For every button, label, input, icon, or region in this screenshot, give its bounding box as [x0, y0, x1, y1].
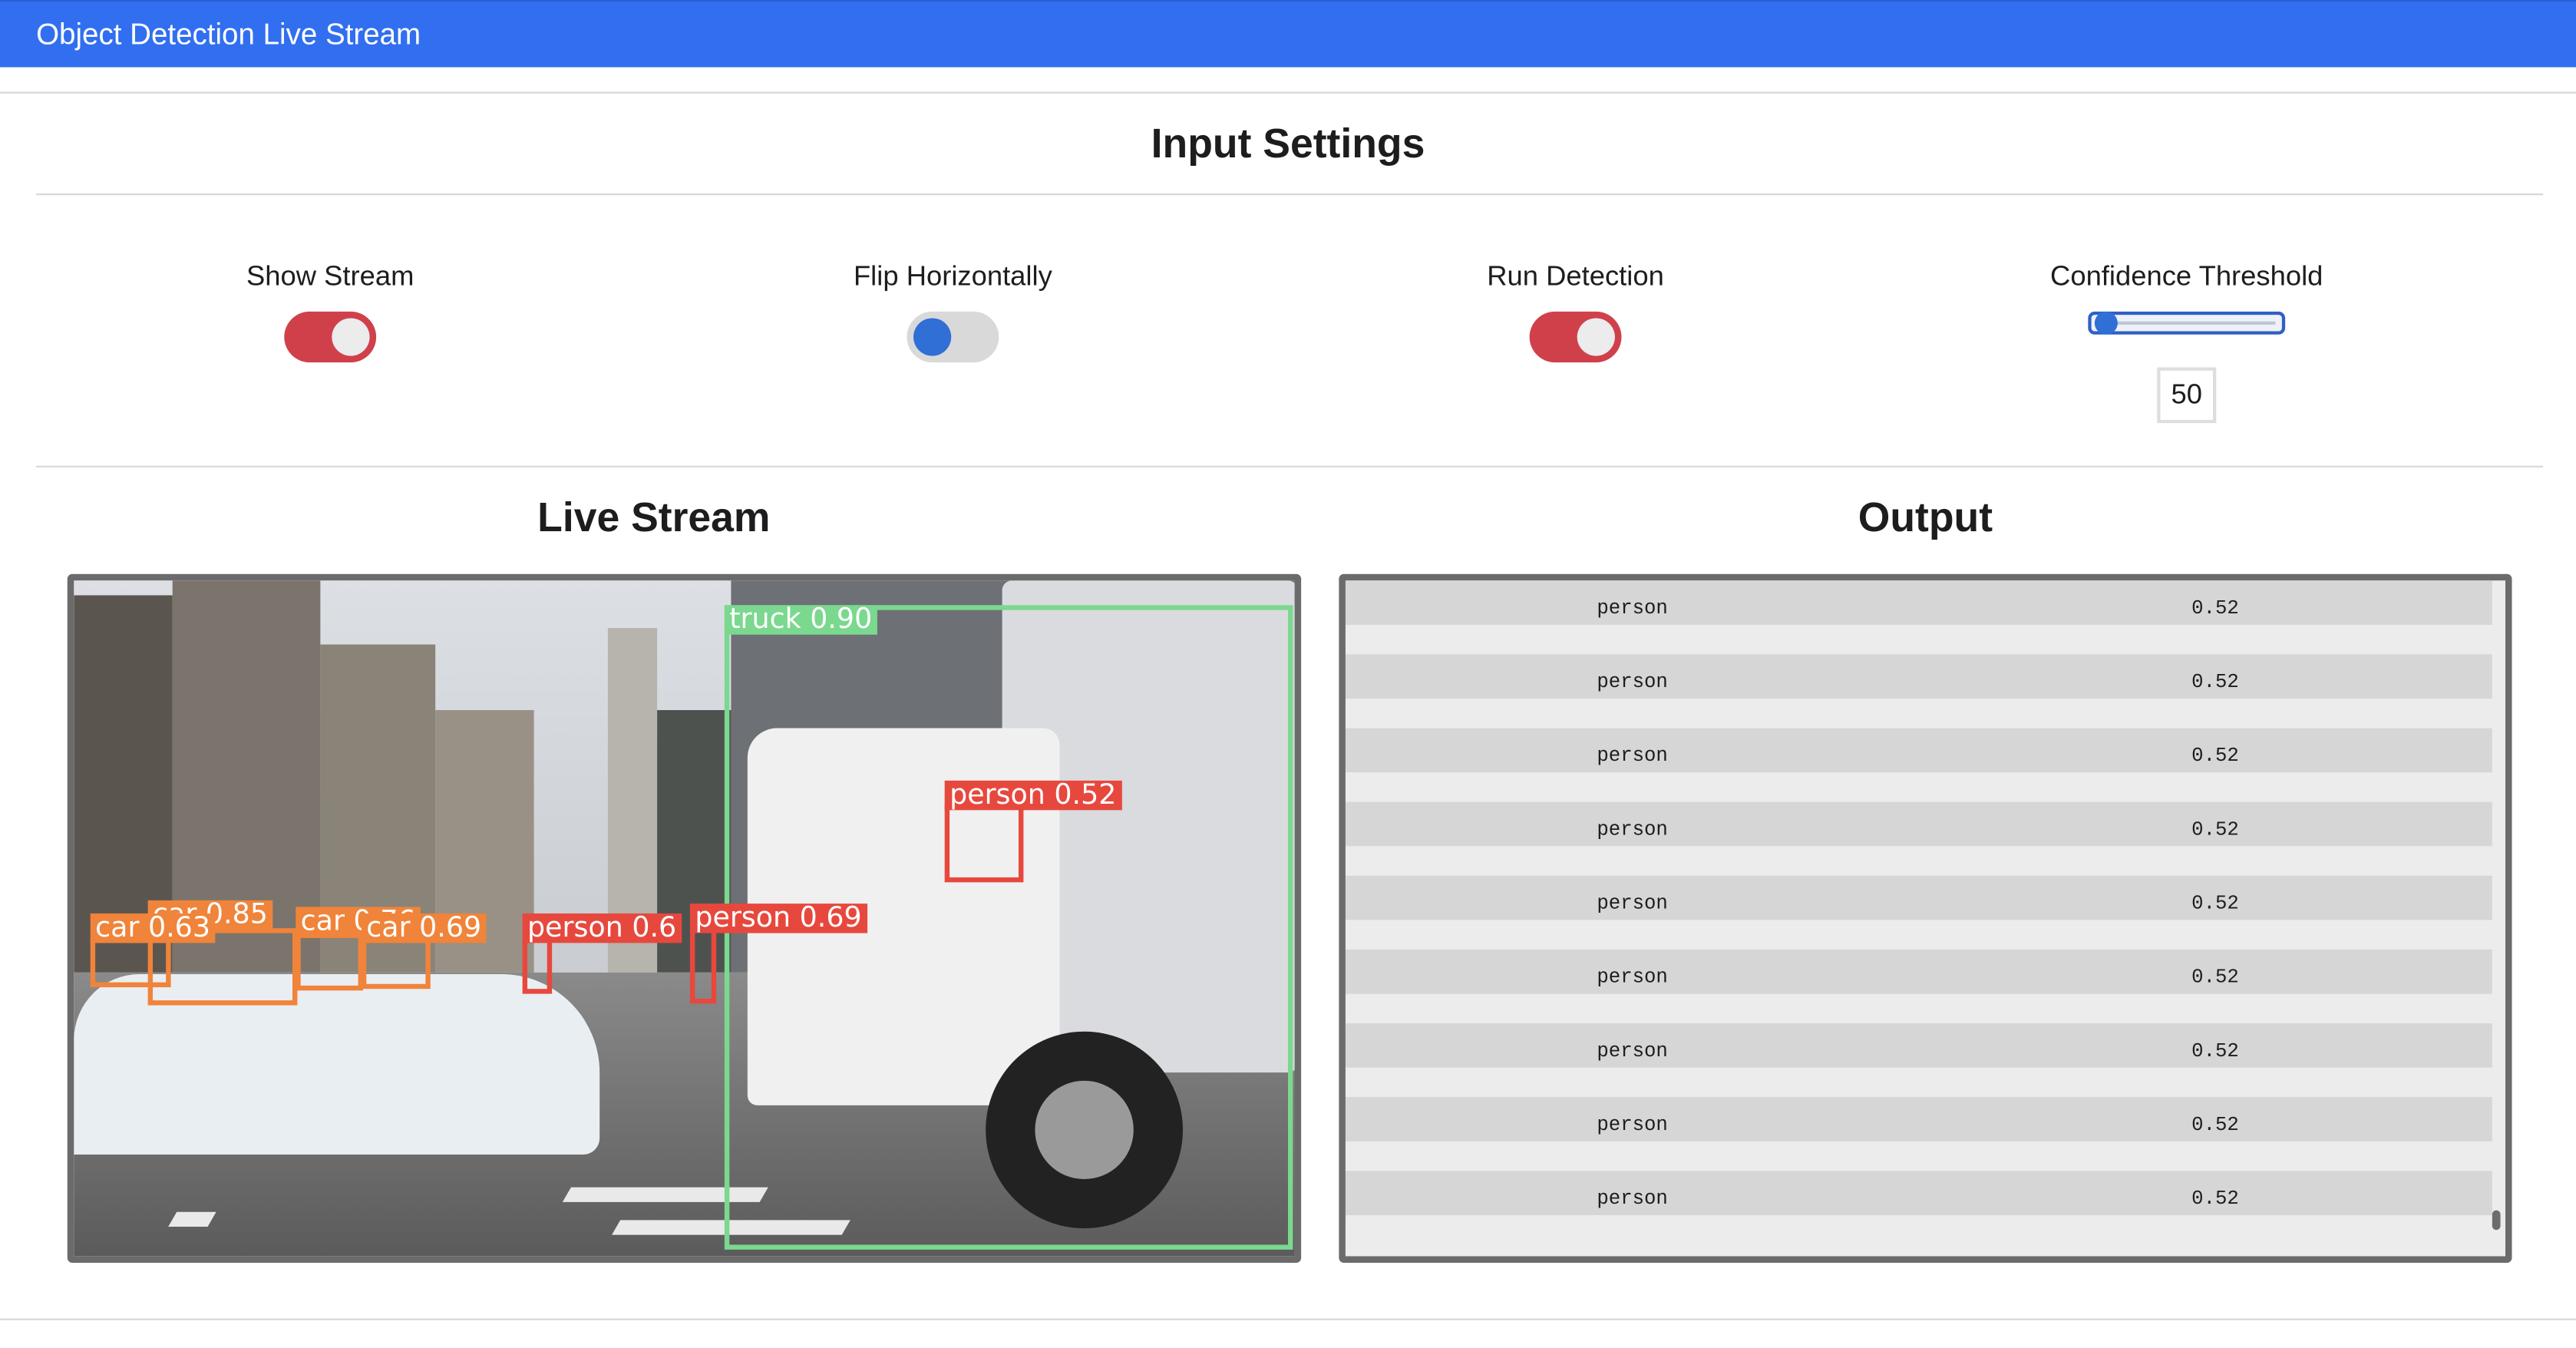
output-row: person 0.52: [1345, 654, 2492, 713]
detection-label-truck: truck 0.90: [724, 605, 877, 635]
row-background: [1345, 580, 2492, 625]
divider: [0, 91, 2576, 94]
detection-label-person: person 0.6: [522, 914, 682, 943]
output-heading: Output: [1858, 495, 1993, 541]
show-stream-label: Show Stream: [246, 260, 414, 292]
detection-box-person: [522, 937, 553, 994]
run-detection-setting: Run Detection: [1379, 259, 1773, 363]
output-class: person: [1597, 744, 1668, 768]
confidence-threshold-label: Confidence Threshold: [2050, 260, 2323, 292]
stream-frame: truck 0.90 person 0.52 person 0.69 perso…: [74, 580, 1295, 1257]
live-stream-view: truck 0.90 person 0.52 person 0.69 perso…: [67, 573, 1302, 1263]
output-row: person 0.52: [1345, 949, 2492, 1009]
row-background: [1345, 1171, 2492, 1215]
output-row: person 0.52: [1345, 875, 2492, 935]
output-class: person: [1597, 670, 1668, 694]
detection-box-person: [944, 803, 1024, 883]
toggle-knob: [913, 318, 952, 356]
output-class: person: [1597, 1113, 1668, 1137]
row-background: [1345, 654, 2492, 699]
run-detection-label: Run Detection: [1487, 260, 1664, 292]
show-stream-setting: Show Stream: [133, 259, 527, 363]
detection-box-car: [296, 933, 364, 991]
output-row: person 0.52: [1345, 801, 2492, 861]
row-background: [1345, 1097, 2492, 1142]
row-background: [1345, 728, 2492, 773]
output-class: person: [1597, 966, 1668, 990]
row-background: [1345, 1023, 2492, 1068]
flip-horizontally-label: Flip Horizontally: [853, 260, 1052, 292]
output-confidence: 0.52: [2191, 892, 2239, 916]
output-confidence: 0.52: [2191, 966, 2239, 990]
output-row: person 0.52: [1345, 728, 2492, 788]
output-confidence: 0.52: [2191, 1113, 2239, 1137]
toggle-knob: [332, 318, 370, 356]
output-confidence: 0.52: [2191, 1187, 2239, 1211]
output-class: person: [1597, 1187, 1668, 1211]
output-confidence: 0.52: [2191, 1039, 2239, 1063]
divider: [36, 193, 2544, 196]
output-list[interactable]: person 0.52 person 0.52 person 0.52 pers…: [1339, 573, 2512, 1263]
detection-label-person: person 0.69: [689, 904, 867, 933]
detection-box-person: [689, 928, 717, 1004]
detection-label-person: person 0.52: [944, 781, 1121, 811]
confidence-threshold-value[interactable]: 50: [2157, 367, 2217, 424]
app-title: Object Detection Live Stream: [36, 18, 421, 51]
flip-horizontally-setting: Flip Horizontally: [756, 259, 1151, 363]
confidence-threshold-setting: Confidence Threshold 50: [1990, 259, 2384, 424]
detection-label-car: car 0.69: [361, 914, 487, 943]
divider: [0, 1318, 2576, 1320]
toggle-knob: [1577, 318, 1615, 356]
row-background: [1345, 875, 2492, 920]
output-row: person 0.52: [1345, 1171, 2492, 1230]
detection-label-car: car 0.63: [90, 914, 216, 943]
output-scrollbar[interactable]: [2492, 1210, 2501, 1231]
confidence-threshold-slider[interactable]: [2088, 311, 2286, 335]
input-settings-heading: Input Settings: [1151, 121, 1425, 167]
run-detection-toggle[interactable]: [1529, 311, 1622, 363]
detection-box-car: [361, 937, 431, 990]
output-class: person: [1597, 1039, 1668, 1063]
app-header: Object Detection Live Stream: [0, 0, 2576, 68]
output-confidence: 0.52: [2191, 596, 2239, 620]
output-confidence: 0.52: [2191, 744, 2239, 768]
output-row: person 0.52: [1345, 1023, 2492, 1082]
output-class: person: [1597, 596, 1668, 620]
output-class: person: [1597, 818, 1668, 841]
live-stream-heading: Live Stream: [537, 495, 771, 541]
row-background: [1345, 949, 2492, 994]
divider: [36, 465, 2544, 468]
slider-track: [2108, 321, 2276, 325]
flip-horizontally-toggle[interactable]: [907, 311, 999, 363]
output-rows: person 0.52 person 0.52 person 0.52 pers…: [1345, 580, 2505, 1257]
slider-thumb[interactable]: [2094, 311, 2118, 335]
show-stream-toggle[interactable]: [284, 311, 377, 363]
output-confidence: 0.52: [2191, 818, 2239, 841]
output-class: person: [1597, 892, 1668, 916]
output-row: person 0.52: [1345, 580, 2492, 639]
app-root: Object Detection Live Stream Input Setti…: [0, 0, 2576, 1348]
output-confidence: 0.52: [2191, 670, 2239, 694]
detection-box-car: [90, 937, 171, 988]
row-background: [1345, 801, 2492, 847]
output-row: person 0.52: [1345, 1097, 2492, 1156]
